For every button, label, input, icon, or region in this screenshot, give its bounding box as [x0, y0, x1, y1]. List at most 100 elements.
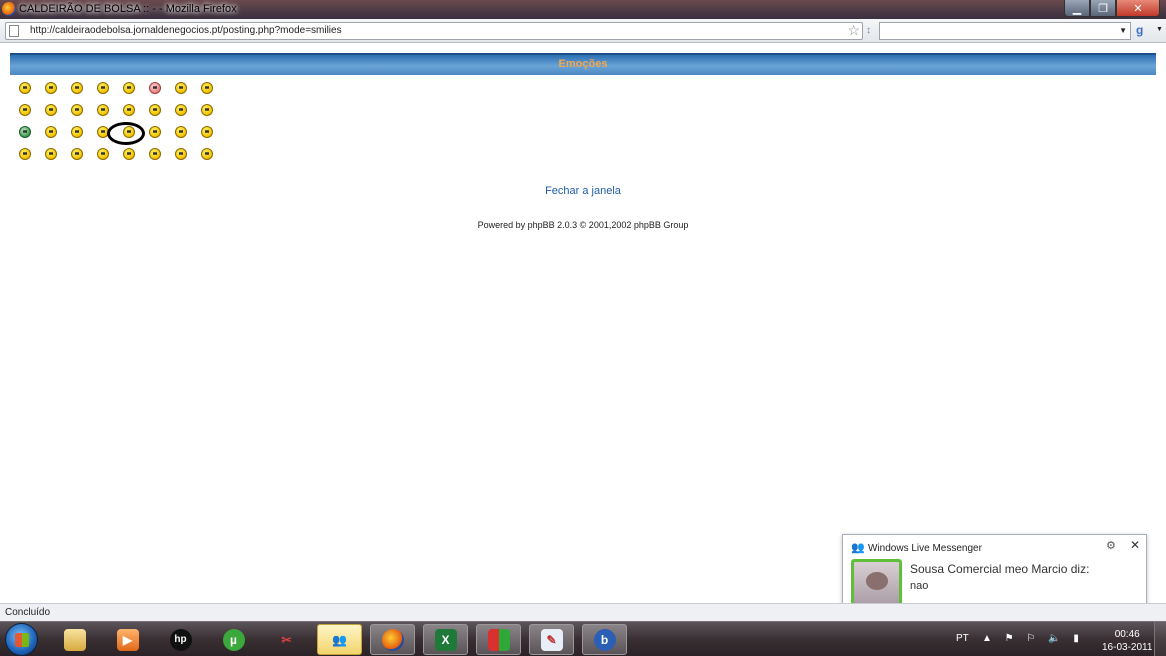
- page-content: Emoções Fechar a janela Powered by phpBB…: [0, 44, 1166, 603]
- firefox-taskbar-button[interactable]: [370, 624, 415, 655]
- system-tray: PT ▲ ⚑ ⚐ 🔈 ▮ 00:46 16-03-2011: [956, 622, 1166, 656]
- firefox-icon: [381, 628, 404, 651]
- smiley-icon: [19, 81, 31, 94]
- smiley[interactable]: [116, 103, 142, 116]
- smiley[interactable]: [194, 81, 220, 94]
- smiley[interactable]: [116, 147, 142, 160]
- bookmark-star-icon[interactable]: ☆: [847, 22, 860, 39]
- smiley[interactable]: [142, 147, 168, 160]
- smiley-icon: [19, 125, 31, 138]
- bing-icon: b: [593, 628, 616, 651]
- status-text: Concluído: [5, 607, 51, 618]
- tray-icons[interactable]: ▲ ⚑ ⚐ 🔈 ▮: [982, 633, 1084, 644]
- powered-by-text: Powered by phpBB 2.0.3 © 2001,2002 phpBB…: [477, 220, 689, 230]
- smiley[interactable]: [12, 147, 38, 160]
- smiley[interactable]: [64, 147, 90, 160]
- smiley[interactable]: [116, 81, 142, 94]
- paint-button[interactable]: ✎: [529, 624, 574, 655]
- smiley[interactable]: [12, 125, 38, 138]
- smiley[interactable]: [142, 125, 168, 138]
- paint-icon: ✎: [540, 628, 563, 651]
- hp-icon: hp: [169, 628, 192, 651]
- smiley[interactable]: [64, 125, 90, 138]
- message-text: nao: [910, 580, 929, 592]
- smiley-icon: [19, 103, 31, 116]
- smiley[interactable]: [38, 147, 64, 160]
- firefox-icon: [2, 2, 16, 16]
- address-bar[interactable]: http://caldeiraodebolsa.jornaldenegocios…: [5, 22, 863, 40]
- smiley[interactable]: [38, 81, 64, 94]
- smiley-icon: [201, 125, 213, 138]
- messenger-taskbar-button[interactable]: 👥: [317, 624, 362, 655]
- chart-app-icon: [487, 628, 510, 651]
- smiley-icon: [123, 81, 135, 94]
- search-input[interactable]: ▼: [879, 22, 1131, 40]
- smiley[interactable]: [12, 81, 38, 94]
- smiley[interactable]: [90, 103, 116, 116]
- url-text: http://caldeiraodebolsa.jornaldenegocios…: [30, 25, 342, 36]
- smiley[interactable]: [168, 147, 194, 160]
- explorer-icon: [63, 628, 86, 651]
- close-icon[interactable]: ✕: [1130, 538, 1140, 552]
- smiley-icon: [123, 147, 135, 160]
- window-controls: ▁ ❐ ✕: [1064, 0, 1160, 17]
- search-engine-dropdown-icon[interactable]: ▼: [1156, 26, 1163, 33]
- media-player-icon: ▶: [116, 628, 139, 651]
- messenger-icon: 👥: [332, 632, 347, 647]
- smiley-icon: [201, 103, 213, 116]
- smiley[interactable]: [38, 103, 64, 116]
- chevron-down-icon[interactable]: ▼: [1119, 26, 1127, 35]
- page-title: Emoções: [558, 58, 608, 70]
- hp-button[interactable]: hp: [158, 624, 203, 655]
- close-window-link[interactable]: Fechar a janela: [0, 185, 1166, 197]
- smiley[interactable]: [168, 103, 194, 116]
- message-sender: Sousa Comercial meo Marcio diz:: [910, 562, 1090, 576]
- smiley-icon: [149, 81, 161, 94]
- smiley[interactable]: [142, 81, 168, 94]
- smiley[interactable]: [90, 147, 116, 160]
- smiley-icon: [123, 103, 135, 116]
- smiley-icon: [97, 147, 109, 160]
- navigation-toolbar: http://caldeiraodebolsa.jornaldenegocios…: [0, 19, 1166, 43]
- smiley-icon: [45, 81, 57, 94]
- snipping-tool-button[interactable]: ✂: [264, 624, 309, 655]
- smiley[interactable]: [194, 147, 220, 160]
- language-indicator[interactable]: PT: [956, 633, 969, 644]
- smiley-icon: [45, 103, 57, 116]
- gear-icon[interactable]: ⚙: [1106, 539, 1116, 552]
- close-button[interactable]: ✕: [1116, 0, 1160, 17]
- splitter-icon[interactable]: ↕: [866, 25, 871, 36]
- bing-button[interactable]: b: [582, 624, 627, 655]
- start-button[interactable]: [5, 623, 38, 656]
- smiley[interactable]: [38, 125, 64, 138]
- media-player-button[interactable]: ▶: [105, 624, 150, 655]
- status-bar: Concluído: [0, 603, 1166, 621]
- smiley-icon: [71, 103, 83, 116]
- smiley-icon: [175, 147, 187, 160]
- show-desktop-button[interactable]: [1154, 622, 1166, 656]
- smiley[interactable]: [64, 81, 90, 94]
- smiley[interactable]: [168, 125, 194, 138]
- smilies-grid: [12, 81, 220, 160]
- smiley[interactable]: [142, 103, 168, 116]
- emotions-header: Emoções: [10, 53, 1156, 75]
- utorrent-button[interactable]: µ: [211, 624, 256, 655]
- snipping-tool-icon: ✂: [281, 632, 292, 647]
- system-clock[interactable]: 00:46 16-03-2011: [1102, 628, 1152, 654]
- smiley-icon: [45, 125, 57, 138]
- google-search-icon[interactable]: g: [1136, 23, 1150, 38]
- window-title: CALDEIRÃO DE BOLSA :: - - Mozilla Firefo…: [19, 3, 237, 15]
- smiley-icon: [175, 81, 187, 94]
- smiley[interactable]: [194, 103, 220, 116]
- excel-button[interactable]: X: [423, 624, 468, 655]
- clock-time: 00:46: [1114, 629, 1140, 640]
- smiley[interactable]: [64, 103, 90, 116]
- explorer-button[interactable]: [52, 624, 97, 655]
- minimize-button[interactable]: ▁: [1064, 0, 1090, 17]
- maximize-button[interactable]: ❐: [1090, 0, 1116, 17]
- smiley[interactable]: [12, 103, 38, 116]
- smiley[interactable]: [194, 125, 220, 138]
- smiley[interactable]: [90, 81, 116, 94]
- chart-app-button[interactable]: [476, 624, 521, 655]
- smiley[interactable]: [168, 81, 194, 94]
